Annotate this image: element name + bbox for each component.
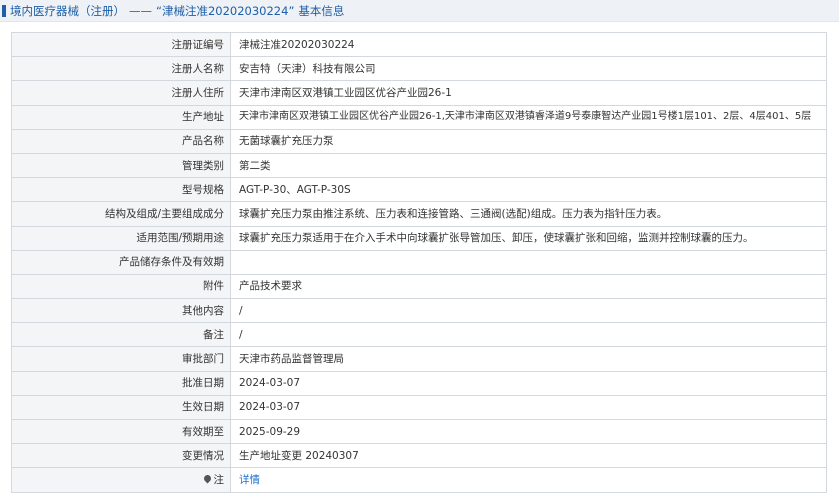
row-value: 天津市津南区双港镇工业园区优谷产业园26-1,天津市津南区双港镇睿泽道9号泰康智… <box>230 104 827 130</box>
row-label: 有效期至 <box>11 418 231 445</box>
row-label: 其他内容 <box>11 298 231 324</box>
details-link[interactable]: 详情 <box>239 474 260 486</box>
header-bar-icon <box>2 4 6 17</box>
page: 境内医疗器械（注册） —— “津械注准20202030224” 基本信息 注册证… <box>0 0 839 501</box>
table-row: 注册人名称 安吉特（天津）科技有限公司 <box>11 56 827 82</box>
table-row: 审批部门 天津市药品监督管理局 <box>11 346 827 372</box>
row-value: 生产地址变更 20240307 <box>230 443 827 469</box>
row-value: 2024-03-07 <box>230 394 827 421</box>
row-value: / <box>230 298 827 324</box>
row-value: 2024-03-07 <box>230 370 827 396</box>
row-value <box>230 249 827 275</box>
row-label: 注册人名称 <box>11 56 231 82</box>
table-row: 产品名称 无菌球囊扩充压力泵 <box>11 128 827 154</box>
table-row: 其他内容 / <box>11 298 827 324</box>
table-row: 结构及组成/主要组成成分 球囊扩充压力泵由推注系统、压力表和连接管路、三通阀(选配… <box>11 201 827 227</box>
row-label: 批准日期 <box>11 370 231 396</box>
table-row: 产品储存条件及有效期 <box>11 249 827 275</box>
note-label-cell: 注 <box>11 467 231 493</box>
row-value: / <box>230 322 827 348</box>
table-row: 管理类别 第二类 <box>11 152 827 179</box>
row-value: 第二类 <box>230 152 827 179</box>
table-row: 注册证编号 津械注准20202030224 <box>11 31 827 58</box>
row-value: 球囊扩充压力泵适用于在介入手术中向球囊扩张导管加压、卸压，使球囊扩张和回缩，监测… <box>230 225 827 251</box>
info-table-wrap: 注册证编号 津械注准20202030224 注册人名称 安吉特（天津）科技有限公司 … <box>11 31 827 493</box>
row-label: 型号规格 <box>11 177 231 203</box>
row-value: 2025-09-29 <box>230 418 827 445</box>
row-label: 管理类别 <box>11 152 231 179</box>
table-row: 附件 产品技术要求 <box>11 273 827 300</box>
row-label: 附件 <box>11 273 231 300</box>
row-label: 审批部门 <box>11 346 231 372</box>
row-value: 天津市药品监督管理局 <box>230 346 827 372</box>
row-label: 变更情况 <box>11 443 231 469</box>
note-value-cell: 详情 <box>230 467 827 493</box>
pin-icon <box>202 474 212 484</box>
table-row: 有效期至 2025-09-29 <box>11 418 827 445</box>
table-row-note: 注 详情 <box>11 467 827 493</box>
table-row: 生效日期 2024-03-07 <box>11 394 827 421</box>
note-label: 注 <box>213 473 225 486</box>
info-table-body: 注册证编号 津械注准20202030224 注册人名称 安吉特（天津）科技有限公司 … <box>11 31 827 493</box>
row-value: 无菌球囊扩充压力泵 <box>230 128 827 154</box>
table-row: 注册人住所 天津市津南区双港镇工业园区优谷产业园26-1 <box>11 80 827 106</box>
row-label: 备注 <box>11 322 231 348</box>
row-label: 生产地址 <box>11 104 231 130</box>
row-label: 生效日期 <box>11 394 231 421</box>
table-row: 适用范围/预期用途 球囊扩充压力泵适用于在介入手术中向球囊扩张导管加压、卸压，使球… <box>11 225 827 251</box>
table-row: 备注 / <box>11 322 827 348</box>
table-row: 变更情况 生产地址变更 20240307 <box>11 443 827 469</box>
row-value: 天津市津南区双港镇工业园区优谷产业园26-1 <box>230 80 827 106</box>
row-label: 注册人住所 <box>11 80 231 106</box>
row-label: 适用范围/预期用途 <box>11 225 231 251</box>
row-label: 结构及组成/主要组成成分 <box>11 201 231 227</box>
row-value: 安吉特（天津）科技有限公司 <box>230 56 827 82</box>
row-value: 津械注准20202030224 <box>230 31 827 58</box>
header-separator: —— <box>129 3 152 18</box>
row-value: AGT-P-30、AGT-P-30S <box>230 177 827 203</box>
page-header: 境内医疗器械（注册） —— “津械注准20202030224” 基本信息 <box>0 0 839 22</box>
info-table: 注册证编号 津械注准20202030224 注册人名称 安吉特（天津）科技有限公司 … <box>11 31 827 493</box>
header-suffix: 基本信息 <box>298 3 345 18</box>
row-label: 注册证编号 <box>11 31 231 58</box>
table-row: 批准日期 2024-03-07 <box>11 370 827 396</box>
table-row: 型号规格 AGT-P-30、AGT-P-30S <box>11 177 827 203</box>
table-row: 生产地址 天津市津南区双港镇工业园区优谷产业园26-1,天津市津南区双港镇睿泽道9… <box>11 104 827 130</box>
row-value: 球囊扩充压力泵由推注系统、压力表和连接管路、三通阀(选配)组成。压力表为指针压力… <box>230 201 827 227</box>
row-label: 产品名称 <box>11 128 231 154</box>
row-label: 产品储存条件及有效期 <box>11 249 231 275</box>
row-value: 产品技术要求 <box>230 273 827 300</box>
header-subject: “津械注准20202030224” <box>156 3 295 18</box>
header-category: 境内医疗器械（注册） <box>10 3 125 18</box>
